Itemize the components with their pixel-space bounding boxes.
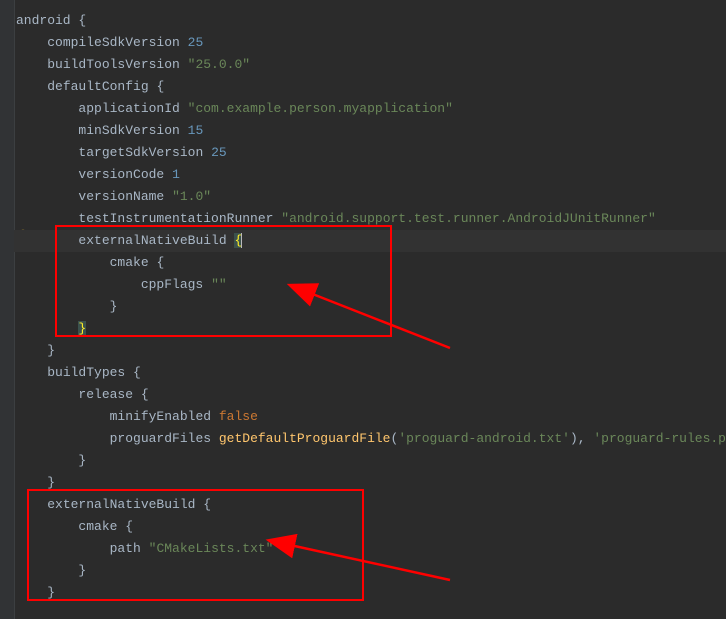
code-line: proguardFiles getDefaultProguardFile('pr… bbox=[14, 428, 726, 450]
code-line: release { bbox=[14, 384, 726, 406]
code-line: minSdkVersion 15 bbox=[14, 120, 726, 142]
code-line: } bbox=[14, 450, 726, 472]
code-line: android { bbox=[14, 10, 726, 32]
code-editor[interactable]: android { compileSdkVersion 25 buildTool… bbox=[14, 0, 726, 604]
code-line: minifyEnabled false bbox=[14, 406, 726, 428]
code-line: } bbox=[14, 318, 726, 340]
code-line: testInstrumentationRunner "android.suppo… bbox=[14, 208, 726, 230]
code-line: buildTypes { bbox=[14, 362, 726, 384]
code-line: } bbox=[14, 560, 726, 582]
code-line: applicationId "com.example.person.myappl… bbox=[14, 98, 726, 120]
code-line: cmake { bbox=[14, 516, 726, 538]
editor-gutter bbox=[0, 0, 15, 619]
code-line: compileSdkVersion 25 bbox=[14, 32, 726, 54]
code-line: } bbox=[14, 472, 726, 494]
code-line: externalNativeBuild { bbox=[14, 230, 726, 252]
code-line: targetSdkVersion 25 bbox=[14, 142, 726, 164]
code-line: } bbox=[14, 340, 726, 362]
code-line: buildToolsVersion "25.0.0" bbox=[14, 54, 726, 76]
code-line: defaultConfig { bbox=[14, 76, 726, 98]
code-line: path "CMakeLists.txt" bbox=[14, 538, 726, 560]
code-line: externalNativeBuild { bbox=[14, 494, 726, 516]
code-line: } bbox=[14, 582, 726, 604]
code-line: versionCode 1 bbox=[14, 164, 726, 186]
code-line: } bbox=[14, 296, 726, 318]
code-line: versionName "1.0" bbox=[14, 186, 726, 208]
code-line: cmake { bbox=[14, 252, 726, 274]
code-line: cppFlags "" bbox=[14, 274, 726, 296]
